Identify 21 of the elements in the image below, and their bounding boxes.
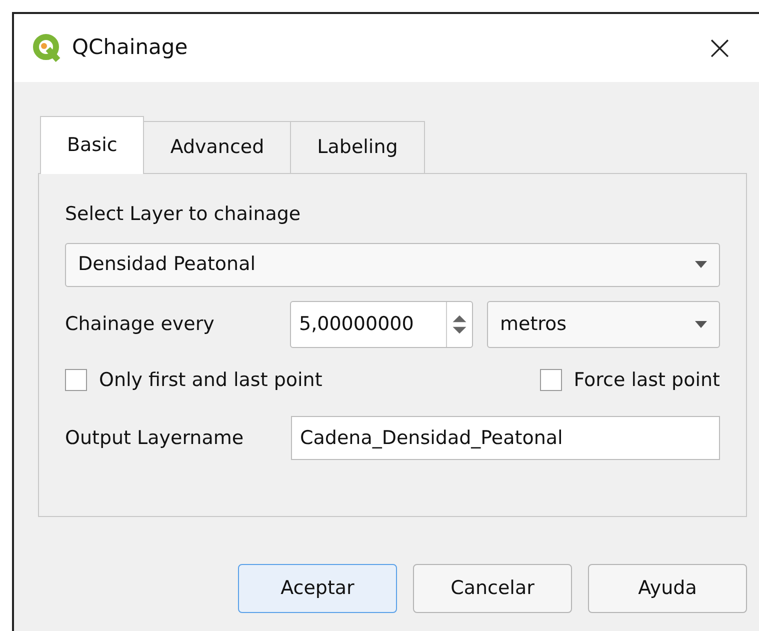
checkbox-label: Force last point xyxy=(574,368,720,392)
checkbox[interactable] xyxy=(65,368,87,391)
logo-icon xyxy=(32,33,62,63)
dropdown-arrow-icon xyxy=(695,261,707,268)
dialog-button[interactable]: Aceptar xyxy=(238,564,397,613)
dialog-button[interactable]: Cancelar xyxy=(413,564,572,613)
tab[interactable]: Basic xyxy=(40,116,144,174)
field-label: Chainage every xyxy=(65,312,216,337)
dropdown-arrow-icon xyxy=(695,320,707,328)
layer-dropdown[interactable]: Densidad Peatonal xyxy=(65,242,720,286)
layername-input[interactable]: Cadena_Densidad_Peatonal xyxy=(291,416,720,460)
window-title: QChainage xyxy=(72,34,188,62)
field-label: Select Layer to chainage xyxy=(65,202,302,227)
field-label: Output Layername xyxy=(65,426,245,451)
dialog-button[interactable]: Ayuda xyxy=(588,564,747,613)
close-button[interactable]: × xyxy=(706,31,734,65)
checkbox[interactable] xyxy=(540,368,562,391)
unit-dropdown[interactable]: metros xyxy=(487,300,720,348)
checkbox-label: Only first and last point xyxy=(99,368,322,392)
tab[interactable]: Labeling xyxy=(290,121,425,173)
number-spinbox[interactable]: 5,00000000 xyxy=(290,300,473,348)
